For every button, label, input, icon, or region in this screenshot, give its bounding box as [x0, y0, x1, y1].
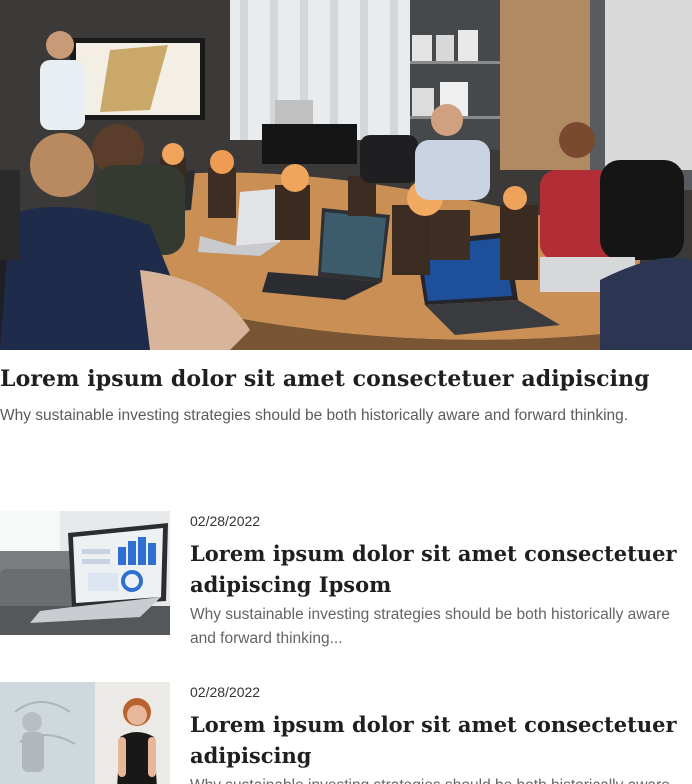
- article-excerpt: Why sustainable investing strategies sho…: [190, 774, 685, 784]
- article-card[interactable]: 02/28/2022 Lorem ipsum dolor sit amet co…: [0, 511, 692, 651]
- article-date: 02/28/2022: [190, 684, 261, 700]
- hero-title[interactable]: Lorem ipsum dolor sit amet consectetuer …: [0, 366, 692, 392]
- article-title[interactable]: Lorem ipsum dolor sit amet consectetuer …: [190, 538, 685, 600]
- woman-presenting-photo: [0, 682, 170, 784]
- article-thumbnail[interactable]: [0, 511, 170, 635]
- article-excerpt: Why sustainable investing strategies sho…: [190, 606, 670, 647]
- hero-subtitle: Why sustainable investing strategies sho…: [0, 407, 629, 424]
- hero-image[interactable]: [0, 0, 692, 350]
- meeting-room-photo: [0, 0, 692, 350]
- article-title[interactable]: Lorem ipsum dolor sit amet consectetuer …: [190, 709, 685, 771]
- article-card[interactable]: 02/28/2022 Lorem ipsum dolor sit amet co…: [0, 682, 692, 784]
- laptop-dashboard-photo: [0, 511, 170, 635]
- article-date: 02/28/2022: [190, 513, 261, 529]
- article-thumbnail[interactable]: [0, 682, 170, 784]
